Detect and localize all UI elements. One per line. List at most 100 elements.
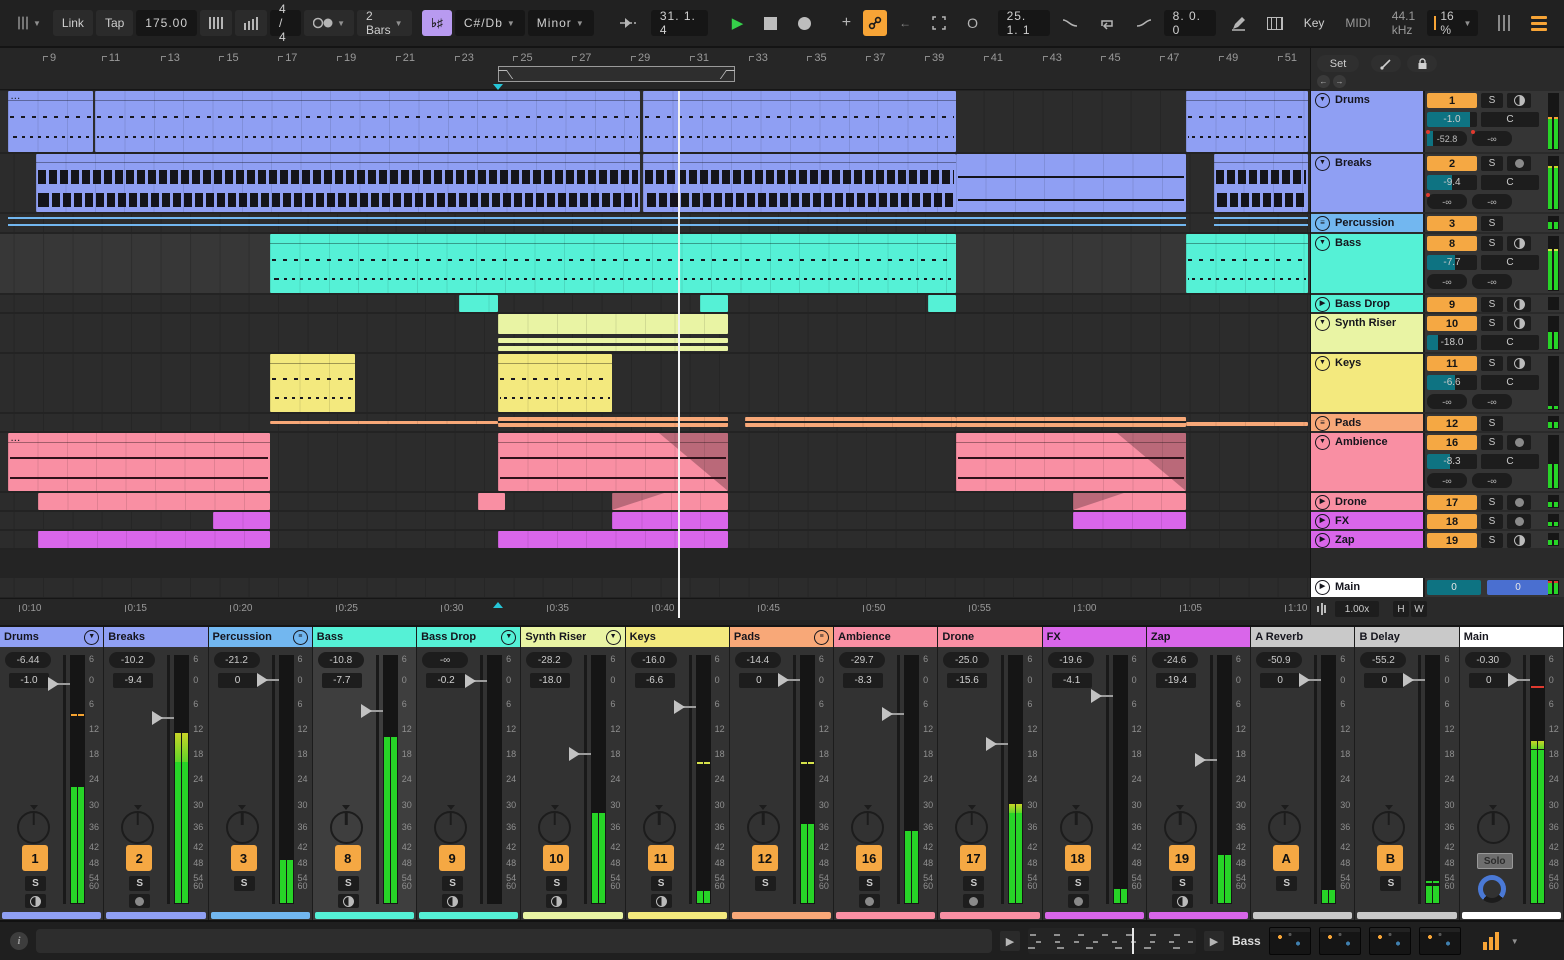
peak-level-field[interactable]: -16.0 [631, 652, 677, 668]
track-number-badge[interactable]: 9 [439, 845, 465, 871]
fold-icon[interactable]: ▼ [501, 630, 516, 645]
track-name-cell[interactable]: ▶FX [1311, 512, 1425, 529]
draw-mode-pencil-icon[interactable] [1222, 10, 1255, 36]
track-number-badge[interactable]: 11 [648, 845, 674, 871]
peak-level-field[interactable]: -0.30 [1465, 652, 1511, 668]
track-number-badge[interactable]: 19 [1427, 533, 1477, 548]
fader-handle[interactable] [778, 673, 789, 687]
loop-start-field[interactable]: 25. 1. 1 [998, 10, 1050, 36]
arm-button[interactable] [1507, 514, 1531, 529]
send-b-field[interactable]: -∞ [1472, 394, 1512, 409]
pan-knob[interactable] [17, 811, 50, 844]
solo-button[interactable]: S [859, 876, 880, 891]
mixer-track-title[interactable]: FX [1043, 627, 1146, 647]
clip[interactable] [956, 433, 1186, 491]
solo-button[interactable]: S [1172, 876, 1193, 891]
clip[interactable] [1214, 214, 1308, 232]
track-number-badge[interactable]: 12 [1427, 416, 1477, 431]
device-thumbnail[interactable] [1319, 927, 1361, 955]
clip[interactable] [956, 154, 1186, 212]
arm-button[interactable] [1507, 356, 1531, 371]
solo-button[interactable]: S [25, 876, 46, 891]
fader-track[interactable] [793, 655, 796, 904]
clip[interactable] [643, 91, 956, 152]
volume-field[interactable]: -6.6 [635, 673, 675, 688]
meter-caret-icon[interactable]: ▼ [1511, 937, 1519, 946]
fold-icon[interactable]: ▼ [1315, 356, 1330, 371]
volume-field[interactable]: 0 [1260, 673, 1300, 688]
track-lane-bass-drop[interactable] [0, 295, 1310, 312]
mixer-track-title[interactable]: B Delay [1355, 627, 1458, 647]
track-number-badge[interactable]: 2 [126, 845, 152, 871]
mixer-track-title[interactable]: Bass [313, 627, 416, 647]
fold-icon[interactable]: ▼ [606, 630, 621, 645]
track-header-bass-drop[interactable]: ▶Bass Drop9S [1311, 295, 1564, 312]
fader-track[interactable] [272, 655, 275, 904]
solo-button[interactable]: S [1481, 435, 1503, 450]
clip[interactable] [498, 214, 1186, 232]
clip[interactable] [213, 512, 270, 529]
fader-track[interactable] [584, 655, 587, 904]
clip[interactable] [459, 295, 498, 312]
nudge-up-button[interactable] [235, 10, 267, 36]
mixer-track-title[interactable]: Synth Riser▼ [521, 627, 624, 647]
track-lane-zap[interactable] [0, 531, 1310, 548]
follow-playback-icon[interactable] [610, 10, 648, 36]
empty-lane-area[interactable] [0, 550, 1310, 578]
fader-handle[interactable] [674, 700, 685, 714]
track-number-badge[interactable]: B [1377, 845, 1403, 871]
punch-loop-icon[interactable]: O [958, 10, 987, 36]
midi-clip-preview[interactable] [1028, 928, 1196, 954]
track-header-drone[interactable]: ▶Drone17S [1311, 493, 1564, 510]
play-icon[interactable]: ▶ [1315, 297, 1330, 312]
track-number-badge[interactable]: 12 [752, 845, 778, 871]
bar-ruler[interactable]: 9111315171921232527293133353739414345474… [0, 48, 1310, 90]
fader-handle[interactable] [1091, 689, 1102, 703]
clip[interactable] [1186, 234, 1308, 293]
pan-knob[interactable] [747, 811, 780, 844]
selection-brackets-icon[interactable] [923, 10, 955, 36]
solo-button[interactable]: S [129, 876, 150, 891]
volume-field[interactable]: -7.7 [1427, 255, 1477, 270]
clip[interactable]: ... [8, 433, 270, 491]
clip[interactable] [270, 354, 355, 412]
session-overview-menu-icon[interactable] [1522, 10, 1556, 36]
time-signature-field[interactable]: 4 / 4 [270, 10, 301, 36]
send-b-field[interactable]: -∞ [1472, 131, 1512, 146]
arm-button[interactable] [1507, 533, 1531, 548]
fader-track[interactable] [1418, 655, 1421, 904]
pan-field[interactable]: C [1481, 454, 1539, 469]
group-menu-icon[interactable]: ≡ [1315, 216, 1330, 231]
clip[interactable] [478, 493, 505, 510]
clip[interactable] [956, 417, 1186, 427]
clip[interactable] [1073, 512, 1186, 529]
solo-button[interactable]: S [755, 876, 776, 891]
mixer-view-icon[interactable] [1489, 10, 1519, 36]
pan-field[interactable]: C [1481, 335, 1539, 350]
play-icon[interactable]: ▶ [1315, 580, 1330, 595]
fader-handle[interactable] [361, 704, 372, 718]
arm-button[interactable] [442, 894, 463, 908]
arrangement-area[interactable]: 9111315171921232527293133353739414345474… [0, 48, 1310, 625]
pan-knob[interactable] [643, 811, 676, 844]
volume-field[interactable]: -1.0 [9, 673, 49, 688]
clip[interactable] [270, 421, 498, 424]
fader-track[interactable] [897, 655, 900, 904]
mixer-track-title[interactable]: Bass Drop▼ [417, 627, 520, 647]
track-number-badge[interactable]: 16 [856, 845, 882, 871]
track-lane-bass[interactable] [0, 234, 1310, 293]
loop-length-field[interactable]: 8. 0. 0 [1164, 10, 1216, 36]
fader-handle[interactable] [1195, 753, 1206, 767]
track-lane-percussion[interactable] [0, 214, 1310, 232]
group-menu-icon[interactable]: ≡ [814, 630, 829, 645]
play-icon[interactable]: ▶ [1315, 495, 1330, 510]
volume-field[interactable]: -18.0 [1427, 335, 1477, 350]
options-menu-icon[interactable]: ▼ [8, 10, 50, 36]
main-volume-field[interactable]: 0 [1427, 580, 1481, 595]
device-thumbnail[interactable] [1269, 927, 1311, 955]
mixer-track-title[interactable]: Pads≡ [730, 627, 833, 647]
fader-handle[interactable] [1403, 673, 1414, 687]
send-b-field[interactable]: -∞ [1472, 473, 1512, 488]
solo-button[interactable]: S [442, 876, 463, 891]
arm-button[interactable] [1507, 93, 1531, 108]
